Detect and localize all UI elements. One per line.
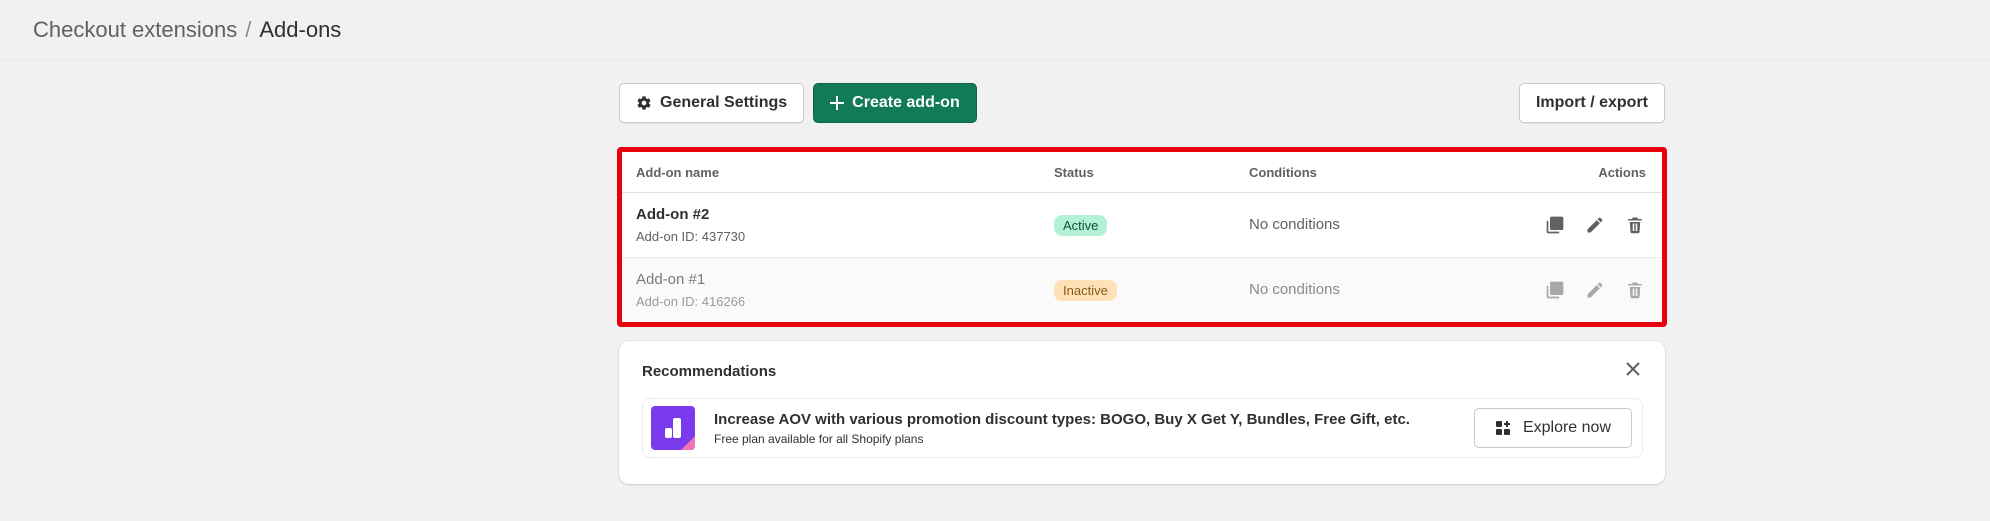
breadcrumb-separator: / — [245, 16, 252, 42]
main-content: General Settings Create add-on Import / … — [617, 83, 1667, 484]
apps-icon — [1495, 420, 1511, 436]
duplicate-icon[interactable] — [1544, 279, 1566, 301]
import-export-button[interactable]: Import / export — [1518, 83, 1665, 123]
breadcrumb-parent[interactable]: Checkout extensions — [33, 17, 237, 43]
status-cell: Inactive — [1054, 279, 1249, 301]
page-title: Add-ons — [259, 16, 342, 42]
general-settings-label: General Settings — [660, 94, 788, 111]
header-name: Add-on name — [636, 164, 720, 180]
add-on-id: Add-on ID: 437730 — [636, 229, 746, 244]
trash-icon[interactable] — [1624, 214, 1646, 236]
table-row[interactable]: Add-on #1 Add-on ID: 416266 Inactive No … — [622, 258, 1662, 322]
status-badge: Active — [1054, 214, 1108, 236]
add-ons-table: Add-on name Status Conditions Actions Ad… — [617, 147, 1667, 327]
explore-now-button[interactable]: Explore now — [1473, 408, 1632, 448]
pencil-icon[interactable] — [1584, 279, 1606, 301]
create-add-on-button[interactable]: Create add-on — [813, 83, 977, 123]
app-logo — [651, 406, 695, 450]
toolbar: General Settings Create add-on Import / … — [619, 83, 1665, 123]
recommendations-title: Recommendations — [642, 363, 777, 380]
duplicate-icon[interactable] — [1544, 214, 1566, 236]
status-badge: Inactive — [1054, 279, 1117, 301]
add-on-name[interactable]: Add-on #2 — [636, 206, 1054, 223]
recommendation-text: Increase AOV with various promotion disc… — [714, 411, 1474, 446]
header-conditions: Conditions — [1249, 164, 1317, 180]
plus-icon — [830, 96, 845, 110]
header-status: Status — [1054, 164, 1094, 180]
add-on-name[interactable]: Add-on #1 — [636, 271, 1054, 288]
conditions-cell: No conditions — [1249, 216, 1506, 234]
explore-now-label: Explore now — [1522, 419, 1611, 436]
gear-icon — [636, 95, 652, 111]
recommendation-subtext: Free plan available for all Shopify plan… — [714, 431, 924, 446]
page-header: Checkout extensions / Add-ons — [0, 0, 1990, 60]
conditions-cell: No conditions — [1249, 281, 1506, 299]
create-add-on-label: Create add-on — [852, 94, 960, 111]
conditions-text: No conditions — [1249, 281, 1340, 298]
actions-cell — [1506, 214, 1646, 236]
pencil-icon[interactable] — [1584, 214, 1606, 236]
table-row[interactable]: Add-on #2 Add-on ID: 437730 Active No co… — [622, 193, 1662, 258]
status-cell: Active — [1054, 214, 1249, 236]
table-header: Add-on name Status Conditions Actions — [622, 152, 1662, 193]
general-settings-button[interactable]: General Settings — [619, 83, 805, 123]
trash-icon[interactable] — [1624, 279, 1646, 301]
conditions-text: No conditions — [1249, 216, 1340, 233]
recommendation-headline: Increase AOV with various promotion disc… — [714, 410, 1410, 428]
add-on-name-cell: Add-on #1 Add-on ID: 416266 — [636, 271, 1054, 309]
add-on-id: Add-on ID: 416266 — [636, 294, 746, 309]
close-icon[interactable] — [1623, 359, 1643, 379]
recommendation-item: Increase AOV with various promotion disc… — [642, 398, 1643, 458]
import-export-label: Import / export — [1535, 94, 1648, 111]
recommendations-card: Recommendations Increase AOV with variou… — [619, 341, 1665, 484]
add-on-name-cell: Add-on #2 Add-on ID: 437730 — [636, 206, 1054, 244]
actions-cell — [1506, 279, 1646, 301]
header-actions: Actions — [1598, 164, 1646, 180]
